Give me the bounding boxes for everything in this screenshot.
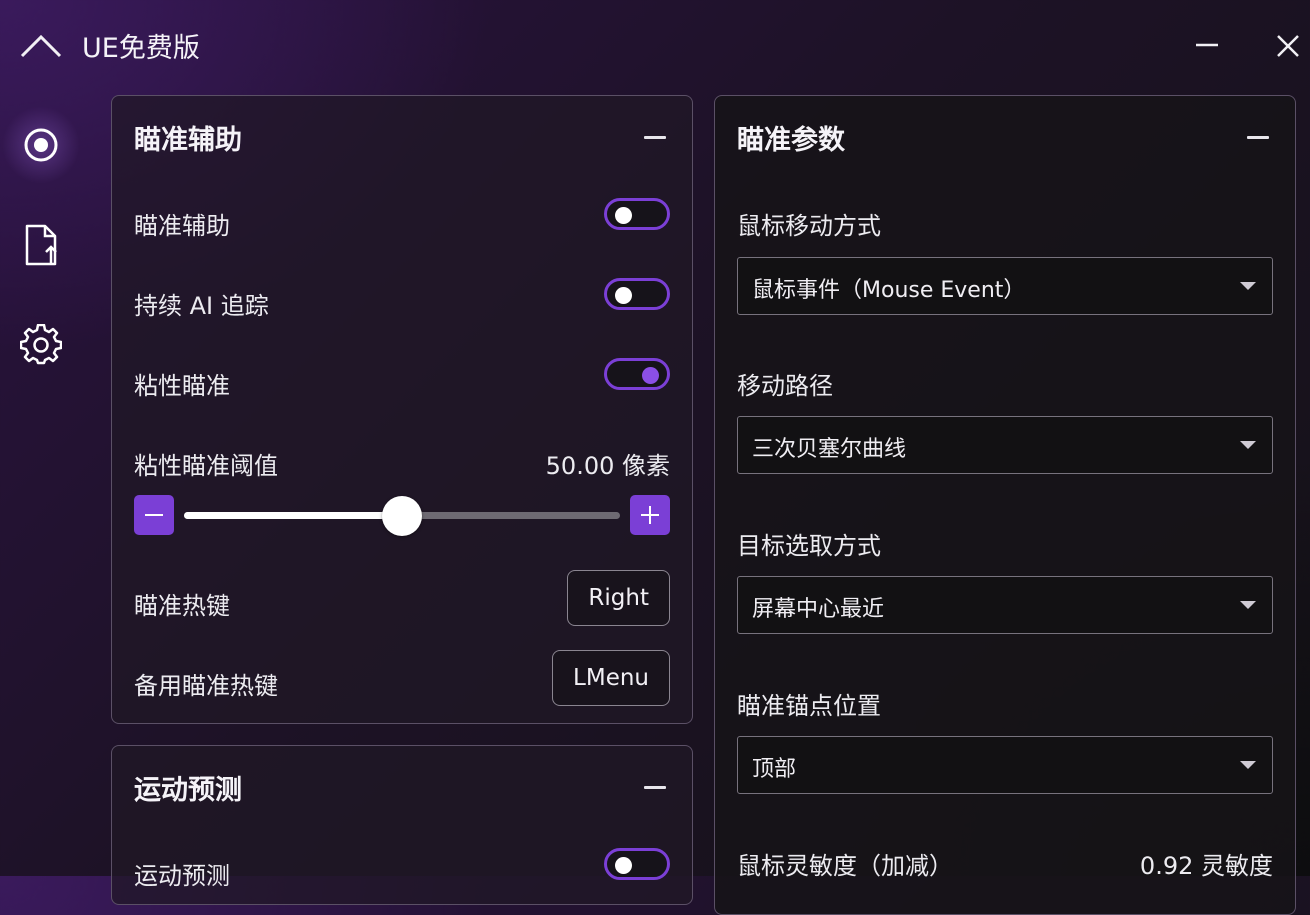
mouse-method-value: 鼠标事件（Mouse Event）	[752, 278, 1026, 303]
nav-aim-tab[interactable]	[2, 106, 80, 184]
sticky-aim-toggle[interactable]	[604, 358, 670, 390]
aim-params-header: 瞄准参数	[737, 118, 1273, 158]
anchor-select[interactable]: 顶部	[737, 736, 1273, 794]
window-title: UE免费版	[82, 33, 200, 64]
slider-track[interactable]	[184, 496, 620, 536]
sticky-aim-label: 粘性瞄准	[134, 372, 230, 400]
ai-tracking-label: 持续 AI 追踪	[134, 292, 269, 320]
alt-hotkey-label: 备用瞄准热键	[134, 672, 278, 700]
dropdown-caret-icon	[1240, 441, 1256, 449]
dropdown-caret-icon	[1240, 282, 1256, 290]
ai-tracking-toggle[interactable]	[604, 278, 670, 310]
minus-icon[interactable]	[644, 786, 666, 789]
ai-tracking-row: 持续 AI 追踪	[134, 278, 670, 328]
alt-hotkey-button[interactable]: LMenu	[552, 650, 670, 706]
hotkey-label: 瞄准热键	[134, 592, 230, 620]
alt-hotkey-row: 备用瞄准热键 LMenu	[134, 650, 670, 708]
aim-assist-title: 瞄准辅助	[134, 125, 242, 156]
toggle-knob	[642, 367, 659, 384]
target-icon	[24, 128, 58, 162]
anchor-label: 瞄准锚点位置	[737, 692, 881, 720]
aim-assist-label: 瞄准辅助	[134, 212, 230, 240]
minimize-icon[interactable]	[1192, 30, 1222, 60]
close-icon[interactable]	[1272, 30, 1304, 62]
sticky-aim-row: 粘性瞄准	[134, 358, 670, 408]
plus-icon	[641, 506, 659, 524]
path-label: 移动路径	[737, 372, 833, 400]
sensitivity-row: 鼠标灵敏度（加减） 0.92 灵敏度	[737, 838, 1273, 888]
hotkey-button[interactable]: Right	[567, 570, 670, 626]
mouse-method-select[interactable]: 鼠标事件（Mouse Event）	[737, 257, 1273, 315]
mouse-method-row: 鼠标移动方式	[737, 198, 1273, 248]
hotkey-row: 瞄准热键 Right	[134, 570, 670, 628]
sticky-threshold-slider	[134, 495, 670, 537]
nav-settings-tab[interactable]	[16, 320, 66, 370]
minus-icon[interactable]	[1247, 136, 1269, 139]
aim-assist-card: 瞄准辅助 瞄准辅助 持续 AI 追踪 粘性瞄准 粘性瞄准阈值 50.00 像素 …	[111, 95, 693, 724]
motion-prediction-toggle[interactable]	[604, 848, 670, 880]
slider-thumb[interactable]	[382, 496, 422, 536]
path-row: 移动路径	[737, 358, 1273, 408]
slider-fill	[184, 512, 402, 519]
export-icon	[25, 224, 57, 266]
anchor-row: 瞄准锚点位置	[737, 678, 1273, 728]
path-value: 三次贝塞尔曲线	[752, 437, 907, 462]
motion-prediction-header: 运动预测	[134, 768, 670, 808]
motion-prediction-title: 运动预测	[134, 775, 242, 806]
sticky-threshold-label: 粘性瞄准阈值	[134, 452, 278, 480]
dropdown-caret-icon	[1240, 601, 1256, 609]
minus-icon[interactable]	[644, 136, 666, 139]
target-label: 目标选取方式	[737, 532, 881, 560]
toggle-knob	[615, 857, 632, 874]
motion-prediction-row: 运动预测	[134, 848, 670, 898]
minus-icon	[145, 514, 163, 516]
dropdown-caret-icon	[1240, 761, 1256, 769]
path-select[interactable]: 三次贝塞尔曲线	[737, 416, 1273, 474]
motion-prediction-label: 运动预测	[134, 862, 230, 890]
aim-params-card: 瞄准参数 鼠标移动方式 鼠标事件（Mouse Event） 移动路径 三次贝塞尔…	[714, 95, 1296, 915]
chevron-up-icon[interactable]	[20, 30, 62, 60]
gear-icon	[20, 324, 62, 365]
side-nav	[0, 90, 90, 876]
sticky-threshold-row: 粘性瞄准阈值 50.00 像素	[134, 438, 670, 488]
anchor-value: 顶部	[752, 757, 797, 782]
aim-assist-header: 瞄准辅助	[134, 118, 670, 158]
aim-assist-row: 瞄准辅助	[134, 198, 670, 248]
motion-prediction-card: 运动预测 运动预测	[111, 745, 693, 905]
toggle-knob	[615, 207, 632, 224]
aim-assist-toggle[interactable]	[604, 198, 670, 230]
title-bar: UE免费版	[0, 0, 1310, 90]
decrease-button[interactable]	[134, 495, 174, 535]
target-value: 屏幕中心最近	[752, 597, 885, 622]
toggle-knob	[615, 287, 632, 304]
mouse-method-label: 鼠标移动方式	[737, 212, 881, 240]
target-row: 目标选取方式	[737, 518, 1273, 568]
increase-button[interactable]	[630, 495, 670, 535]
sticky-threshold-value: 50.00 像素	[545, 452, 670, 480]
target-select[interactable]: 屏幕中心最近	[737, 576, 1273, 634]
aim-params-title: 瞄准参数	[737, 125, 845, 156]
nav-export-tab[interactable]	[16, 220, 66, 270]
